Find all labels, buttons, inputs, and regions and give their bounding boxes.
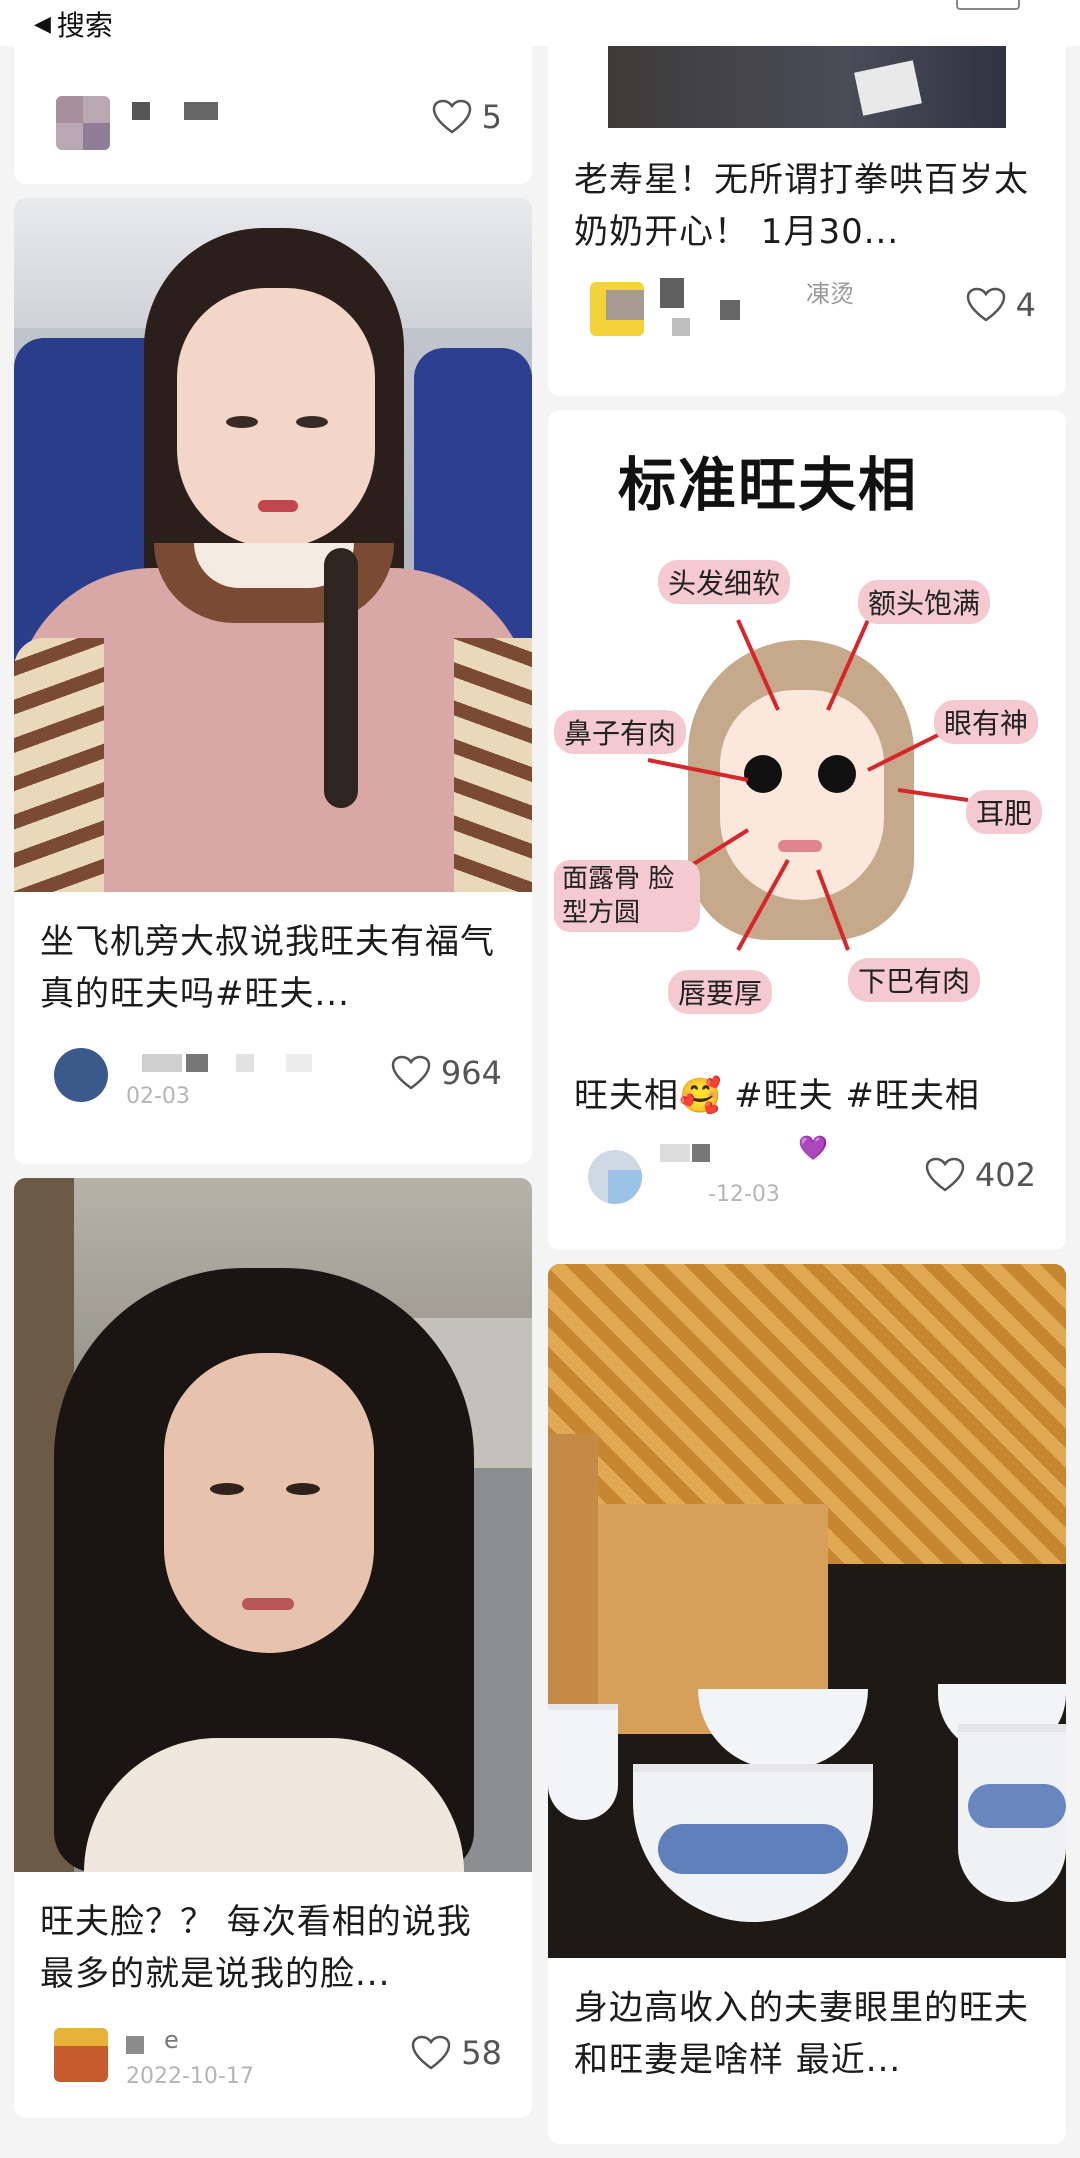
- back-label: 搜索: [56, 9, 113, 42]
- username: e: [164, 2026, 179, 2054]
- poster-label: 下巴有肉: [848, 958, 981, 1002]
- like-count: 58: [461, 2034, 502, 2072]
- username-blurred: [126, 1054, 316, 1074]
- post-date: 2022-10-17: [126, 2064, 254, 2089]
- feed-column-right: 老寿星！无所谓打拳哄百岁太奶奶开心！ 1月30... 凍烫 4 标准旺夫相 头发…: [548, 46, 1066, 2158]
- feed-card[interactable]: 标准旺夫相 头发细软 额头饱满 眼有神 鼻子有肉 耳肥 面露骨 脸型方圆 唇要厚…: [548, 410, 1066, 1250]
- feed-column-left: 5 坐飞机旁大叔说我旺夫有福气 真的旺夫吗#旺夫... 02-03 964 旺夫…: [14, 46, 532, 2132]
- username-blurred: [126, 2036, 156, 2056]
- like-button[interactable]: 402: [925, 1156, 1036, 1194]
- feed-card[interactable]: 坐飞机旁大叔说我旺夫有福气 真的旺夫吗#旺夫... 02-03 964: [14, 198, 532, 1164]
- username: 凍烫: [806, 280, 854, 308]
- like-button[interactable]: 4: [966, 286, 1036, 324]
- like-count: 5: [481, 98, 502, 136]
- like-button[interactable]: 964: [391, 1054, 502, 1092]
- post-title[interactable]: 身边高收入的夫妻眼里的旺夫和旺妻是啥样 最近...: [548, 1958, 1066, 2086]
- username-blurred: [660, 278, 780, 338]
- heart-icon: [412, 2035, 451, 2070]
- username-blurred: [660, 1144, 720, 1164]
- top-bar: ◀ 搜索: [0, 0, 1080, 46]
- like-button[interactable]: 5: [432, 98, 502, 136]
- post-title[interactable]: 旺夫脸？？ 每次看相的说我最多的就是说我的脸...: [14, 1872, 532, 2000]
- avatar[interactable]: [588, 1150, 642, 1204]
- heart-icon: [925, 1157, 965, 1192]
- poster-label: 耳肥: [966, 790, 1043, 834]
- battery-icon: [956, 0, 1020, 10]
- post-image-street-selfie[interactable]: [14, 1178, 532, 1872]
- poster-label: 鼻子有肉: [554, 710, 687, 754]
- feed-card[interactable]: 旺夫脸？？ 每次看相的说我最多的就是说我的脸... e 2022-10-17 5…: [14, 1178, 532, 2118]
- poster-label: 额头饱满: [858, 580, 991, 624]
- poster-label: 唇要厚: [668, 970, 773, 1014]
- back-arrow-icon: ◀: [34, 11, 51, 37]
- poster-label: 头发细软: [658, 560, 791, 604]
- feed-card[interactable]: 5: [14, 46, 532, 184]
- post-title[interactable]: 老寿星！无所谓打拳哄百岁太奶奶开心！ 1月30...: [548, 128, 1066, 258]
- username: 💜: [798, 1134, 828, 1162]
- like-count: 402: [974, 1156, 1036, 1194]
- back-to-search-button[interactable]: ◀ 搜索: [34, 4, 113, 44]
- heart-icon: [391, 1055, 431, 1090]
- like-button[interactable]: 58: [411, 2034, 502, 2072]
- avatar[interactable]: [590, 282, 644, 336]
- post-image-airplane-selfie[interactable]: [14, 198, 532, 892]
- post-image-face-reading-poster[interactable]: 标准旺夫相 头发细软 额头饱满 眼有神 鼻子有肉 耳肥 面露骨 脸型方圆 唇要厚…: [548, 410, 1066, 1060]
- avatar[interactable]: [54, 2028, 108, 2082]
- poster-label: 眼有神: [934, 700, 1039, 744]
- heart-icon: [432, 99, 471, 134]
- post-image-tea-cups[interactable]: [548, 1264, 1066, 1958]
- heart-icon: [966, 287, 1005, 322]
- post-image-partial[interactable]: [548, 46, 1066, 128]
- poster-label: 面露骨 脸型方圆: [554, 860, 700, 932]
- avatar[interactable]: [56, 96, 110, 150]
- like-count: 4: [1015, 286, 1036, 324]
- post-date: -12-03: [708, 1182, 780, 1207]
- status-icons: [900, 0, 1020, 10]
- avatar[interactable]: [54, 1048, 108, 1102]
- post-title[interactable]: 旺夫相🥰 #旺夫 #旺夫相: [548, 1060, 1066, 1122]
- username-blurred: [132, 102, 222, 122]
- post-date: 02-03: [126, 1084, 190, 1109]
- feed-card[interactable]: 老寿星！无所谓打拳哄百岁太奶奶开心！ 1月30... 凍烫 4: [548, 46, 1066, 396]
- like-count: 964: [440, 1054, 502, 1092]
- post-title[interactable]: 坐飞机旁大叔说我旺夫有福气 真的旺夫吗#旺夫...: [14, 892, 532, 1020]
- feed-card[interactable]: 身边高收入的夫妻眼里的旺夫和旺妻是啥样 最近...: [548, 1264, 1066, 2144]
